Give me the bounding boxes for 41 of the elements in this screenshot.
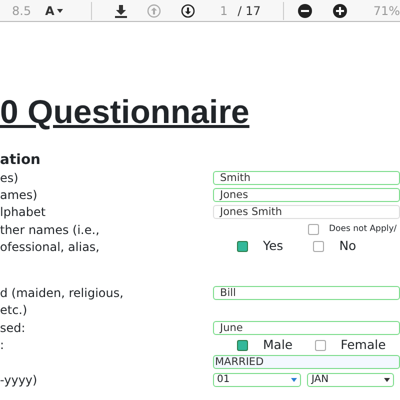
question-label: -yyyy) bbox=[0, 372, 38, 387]
checkbox-label: Does not Apply/ bbox=[329, 223, 397, 236]
input-field[interactable]: Jones Smith bbox=[213, 205, 400, 220]
checkbox[interactable] bbox=[237, 340, 248, 351]
font-button[interactable]: A bbox=[45, 2, 64, 20]
checkbox-label: Female bbox=[340, 336, 386, 354]
question-label: lphabet bbox=[0, 205, 46, 220]
zoom-in-icon[interactable] bbox=[333, 4, 348, 18]
page-total: / 17 bbox=[238, 2, 261, 20]
dropdown[interactable]: 01 bbox=[213, 372, 302, 387]
input-field[interactable]: Bill bbox=[213, 286, 400, 300]
input-field[interactable]: June bbox=[213, 320, 400, 335]
caret-icon bbox=[291, 378, 298, 382]
dropdown-value: JAN bbox=[311, 373, 329, 388]
question-label: es) bbox=[0, 170, 18, 185]
checkbox[interactable] bbox=[314, 340, 326, 351]
checkbox-label: Yes bbox=[263, 237, 284, 256]
question-label: ofessional, alias, bbox=[0, 240, 100, 254]
checkbox[interactable] bbox=[237, 241, 248, 252]
checkbox[interactable] bbox=[308, 224, 319, 236]
question-label: : bbox=[0, 338, 4, 352]
question-label: d (maiden, religious, bbox=[0, 286, 124, 300]
checkbox[interactable] bbox=[313, 241, 324, 252]
question-label: etc.) bbox=[0, 303, 28, 318]
question-label: ther names (i.e., bbox=[0, 222, 100, 237]
arrow-down-icon[interactable] bbox=[180, 4, 195, 18]
download-icon[interactable] bbox=[114, 4, 128, 18]
page-title: 0 Questionnaire bbox=[0, 92, 250, 132]
checkbox-label: No bbox=[339, 237, 356, 256]
zoom-out-icon[interactable] bbox=[298, 4, 312, 18]
input-field[interactable]: MARRIED bbox=[213, 355, 400, 370]
question-label: ames) bbox=[0, 188, 38, 202]
input-field[interactable]: Jones bbox=[213, 188, 400, 202]
section-heading: ation bbox=[0, 152, 42, 169]
question-label: sed: bbox=[0, 320, 26, 335]
caret-icon bbox=[384, 378, 390, 382]
caret-icon[interactable] bbox=[57, 8, 64, 12]
dropdown[interactable]: JAN bbox=[307, 372, 394, 387]
dropdown-value: 01 bbox=[217, 373, 230, 388]
checkbox-label: Male bbox=[263, 336, 293, 354]
input-field[interactable]: Smith bbox=[213, 170, 400, 185]
